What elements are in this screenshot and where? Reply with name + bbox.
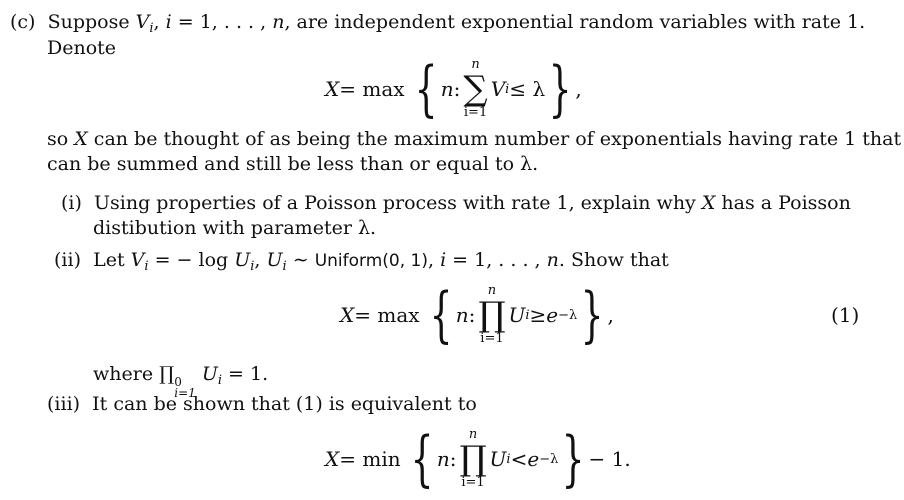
eq-colon: : [468, 303, 476, 327]
left-brace: { [410, 424, 434, 494]
product-symbol: ∏ [478, 295, 506, 335]
body-var: U [508, 303, 526, 327]
equation-number: (1) [831, 303, 860, 327]
range-text: = 1, . . . , [171, 11, 273, 33]
var-V: V [130, 249, 145, 271]
eq-lhs: X [325, 447, 340, 471]
comma: , [153, 11, 166, 33]
var-n: n [272, 11, 285, 33]
var-X: X [74, 128, 88, 150]
subpart-i-line-1: (i) Using properties of a Poisson proces… [61, 191, 851, 215]
sum-symbol: ∑ [463, 69, 488, 109]
equation-sum: X = max { n : n ∑ i=1 Vi ≤ λ } , [325, 54, 582, 124]
comma: , [254, 249, 267, 271]
eq-lhs: X [325, 77, 340, 101]
right-brace: } [561, 424, 585, 494]
equation-1: X = max { n : n ∏ i=1 Ui ≥ e −λ } , [340, 280, 614, 350]
equals-one: = 1. [222, 363, 269, 385]
product-operator: n ∏ i=1 [478, 284, 505, 346]
var-e: e [546, 303, 559, 327]
var-U: U [266, 249, 283, 271]
explanation-line-1: so X can be thought of as being the maxi… [47, 127, 901, 151]
subpart-i-text-end: has a Poisson [715, 192, 851, 214]
var-U: U [201, 363, 218, 385]
where-text: where [93, 363, 160, 385]
intro-line-1: (c) Suppose Vi, i = 1, . . . , n, are in… [10, 10, 865, 41]
eq-n: n [440, 77, 454, 101]
comma: , [427, 249, 441, 271]
so-rest: can be thought of as being the maximum n… [87, 128, 902, 150]
subpart-iii-label: (iii) [47, 393, 81, 415]
neg-log-text: = − log [148, 249, 235, 271]
eq-relation: ≥ [529, 303, 547, 327]
lower-limit: i=1 [480, 331, 504, 346]
show-that-text: . Show that [558, 249, 669, 271]
right-brace: } [548, 54, 572, 124]
body-var: U [489, 447, 507, 471]
right-brace: } [580, 280, 604, 350]
left-brace: { [429, 280, 453, 350]
eq-relation: < [510, 447, 528, 471]
intro-rest: , are independent exponential random var… [284, 11, 866, 33]
product-symbol: ∏ [459, 439, 487, 479]
lower-limit: i=1 [461, 475, 485, 490]
lower-limit: i=1 [463, 105, 488, 120]
subpart-ii-line: (ii) Let Vi = − log Ui, Ui ∼ Uniform(0, … [54, 248, 669, 279]
eq-relation: ≤ λ [509, 77, 546, 101]
eq-colon: : [453, 77, 461, 101]
body-var: V [490, 77, 506, 101]
explanation-line-2: can be summed and still be less than or … [47, 153, 539, 175]
subpart-i-label: (i) [61, 192, 82, 214]
subpart-ii-label: (ii) [54, 249, 81, 271]
subpart-iii-line: (iii) It can be shown that (1) is equiva… [47, 392, 477, 416]
let-text: Let [93, 249, 131, 271]
exponent: −λ [539, 451, 559, 467]
eq-trail: , [607, 303, 614, 327]
intro-text: Suppose [47, 11, 136, 33]
eq-max: = max [339, 77, 405, 101]
eq-colon: : [449, 447, 457, 471]
product-symbol: ∏ [159, 363, 175, 385]
sim-symbol: ∼ [286, 249, 315, 271]
exponent: −λ [558, 307, 578, 323]
subpart-iii-text: It can be shown that (1) is equivalent t… [92, 393, 477, 415]
var-V: V [135, 11, 150, 33]
eq-trail: − 1. [588, 447, 631, 471]
var-U: U [234, 249, 251, 271]
left-brace: { [414, 54, 438, 124]
so-text: so [47, 128, 75, 150]
eq-min: = min [339, 447, 401, 471]
subpart-i-text: Using properties of a Poisson process wi… [94, 192, 702, 214]
subpart-i-line-2: distibution with parameter λ. [93, 217, 377, 239]
eq-trail: , [575, 77, 582, 101]
part-label: (c) [10, 11, 36, 33]
intro-line-2: Denote [47, 37, 117, 59]
eq-max: = max [354, 303, 420, 327]
product-operator: n ∏ i=1 [459, 428, 486, 490]
summation-operator: n ∑ i=1 [463, 58, 487, 120]
eq-n: n [455, 303, 469, 327]
eq-lhs: X [340, 303, 355, 327]
eq-n: n [436, 447, 450, 471]
distribution-name: Uniform(0, 1) [314, 251, 428, 271]
var-e: e [527, 447, 540, 471]
var-X: X [701, 192, 716, 214]
var-n: n [546, 249, 559, 271]
equation-min: X = min { n : n ∏ i=1 Ui < e −λ } − 1. [325, 424, 631, 494]
range-text: = 1, . . . , [446, 249, 547, 271]
